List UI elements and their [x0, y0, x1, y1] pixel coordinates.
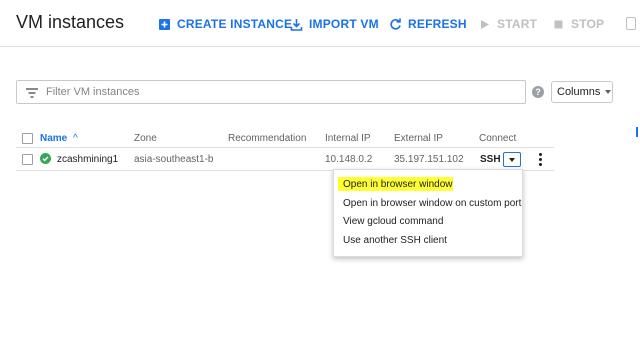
columns-label: Columns — [557, 86, 601, 98]
row-checkbox[interactable] — [22, 154, 33, 165]
create-instance-button[interactable]: CREATE INSTANCE — [158, 16, 292, 32]
columns-button[interactable]: Columns — [551, 81, 613, 103]
table-header-divider — [16, 147, 554, 148]
ssh-dropdown-button[interactable] — [503, 152, 521, 167]
refresh-label: REFRESH — [408, 17, 467, 31]
column-header-connect: Connect — [479, 133, 517, 144]
filter-list-icon — [26, 86, 38, 98]
import-vm-button[interactable]: IMPORT VM — [290, 16, 379, 32]
instance-external-ip[interactable]: 35.197.151.102 — [394, 154, 464, 165]
import-vm-label: IMPORT VM — [309, 17, 379, 31]
sort-ascending-icon: ^ — [73, 133, 78, 144]
chevron-down-icon — [605, 90, 612, 94]
play-icon — [478, 18, 491, 31]
instance-zone: asia-southeast1-b — [134, 154, 214, 165]
menu-item-open-browser-window[interactable]: Open in browser window — [343, 179, 453, 190]
arrow-drop-down-icon — [509, 158, 515, 162]
column-header-name[interactable]: Name ^ — [40, 133, 78, 144]
check-circle-icon — [40, 153, 51, 164]
stop-icon — [552, 18, 565, 31]
instance-name-link[interactable]: zcashmining1 — [57, 154, 118, 165]
ssh-options-menu: Open in browser window Open in browser w… — [333, 169, 523, 257]
refresh-icon — [389, 17, 402, 31]
select-all-checkbox[interactable] — [22, 133, 33, 144]
menu-item-open-browser-custom-port[interactable]: Open in browser window on custom port — [343, 198, 521, 209]
menu-item-view-gcloud-command[interactable]: View gcloud command — [343, 216, 443, 227]
column-header-internal-ip[interactable]: Internal IP — [325, 133, 371, 144]
stop-button[interactable]: STOP — [552, 16, 604, 32]
instance-internal-ip: 10.148.0.2 — [325, 154, 373, 165]
column-header-recommendation[interactable]: Recommendation — [228, 133, 306, 144]
start-button[interactable]: START — [478, 16, 537, 32]
page-title: VM instances — [16, 12, 125, 32]
create-instance-label: CREATE INSTANCE — [177, 17, 293, 31]
filter-input[interactable] — [46, 82, 516, 102]
stop-label: STOP — [571, 17, 605, 31]
more-vert-icon[interactable] — [538, 153, 542, 166]
column-header-zone[interactable]: Zone — [134, 133, 157, 144]
import-icon — [290, 18, 303, 31]
menu-item-use-another-ssh-client[interactable]: Use another SSH client — [343, 235, 447, 246]
scroll-indicator — [636, 127, 638, 137]
more-actions-icon[interactable] — [626, 17, 636, 30]
help-icon[interactable]: ? — [532, 86, 544, 98]
column-header-external-ip[interactable]: External IP — [394, 133, 443, 144]
start-label: START — [497, 17, 538, 31]
refresh-button[interactable]: REFRESH — [389, 16, 467, 32]
ssh-button[interactable]: SSH — [480, 154, 501, 165]
header-divider — [0, 46, 640, 47]
add-box-icon — [158, 18, 171, 31]
